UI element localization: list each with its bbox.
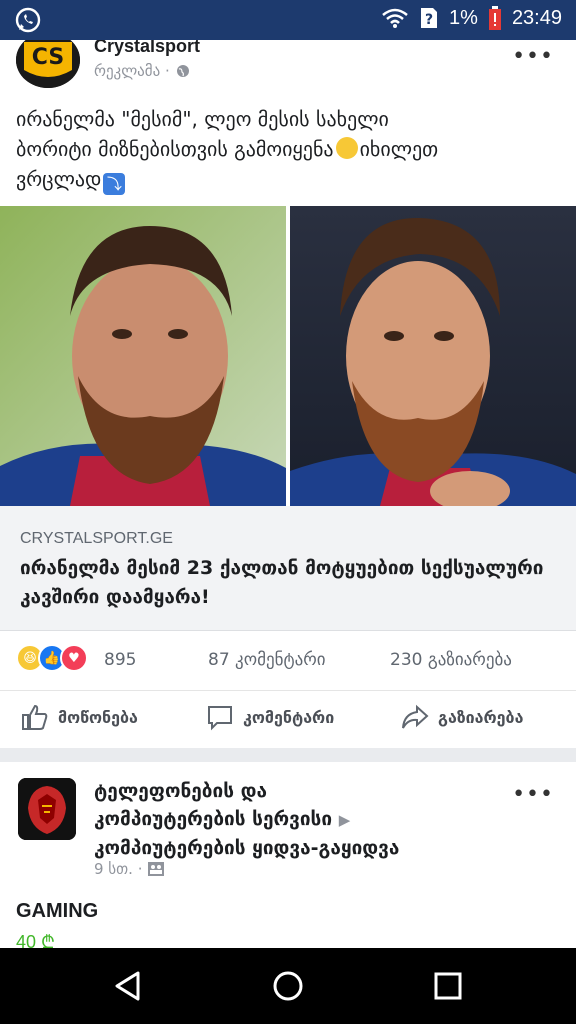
battery-percent: 1%	[449, 6, 478, 29]
post2-time: 9 სთ. ·	[94, 860, 143, 878]
post-caption: ირანელმა "მესიმ", ლეო მესის სახელი ბორიტ…	[16, 104, 564, 195]
post2-avatar[interactable]	[18, 778, 76, 840]
post2-more-options-icon[interactable]: •••	[512, 782, 554, 807]
arrow-down-emoji-icon: ⤵	[103, 173, 126, 195]
post-divider	[0, 748, 576, 762]
comment-icon	[208, 706, 232, 731]
caption-line-3: ვრცლად ⤵	[16, 164, 564, 195]
globe-icon	[176, 65, 189, 77]
post-image[interactable]	[0, 206, 576, 506]
caption-line-2: ბორიტი მიზნებისთვის გამოიყენა იხილეთ	[16, 134, 564, 164]
comment-label: კომენტარი	[243, 707, 335, 727]
thumbs-up-icon	[22, 704, 48, 730]
svg-text:?: ?	[425, 12, 433, 28]
link-title[interactable]: ირანელმა მესიმ 23 ქალთან მოტყუებით სექსუ…	[20, 554, 560, 612]
comments-count[interactable]: 87 კომენტარი	[208, 650, 326, 670]
post2-title-line2: კომპიუტერების სერვისი ▶	[94, 805, 514, 834]
share-button[interactable]: გაზიარება	[400, 702, 523, 732]
clock: 23:49	[511, 6, 562, 29]
page-avatar[interactable]: CS	[16, 40, 80, 88]
link-preview[interactable]: CRYSTALSPORT.GE ირანელმა მესიმ 23 ქალთან…	[0, 506, 576, 631]
status-bar: ? 1% 23:49	[0, 0, 576, 40]
back-icon[interactable]	[110, 968, 146, 1004]
caption-text: ვრცლად	[16, 167, 102, 191]
wifi-icon	[382, 8, 408, 28]
page-name[interactable]: Crystalsport	[94, 40, 200, 57]
post2-title-line3: კომპიუტერების ყიდვა-გაყიდვა	[94, 837, 400, 859]
svg-text:CS: CS	[32, 45, 64, 70]
friends-audience-icon	[148, 862, 165, 876]
grinning-emoji-icon	[335, 137, 358, 159]
share-label: გაზიარება	[438, 707, 524, 727]
like-label: მოწონება	[58, 707, 138, 727]
post2-title[interactable]: ტელეფონების და კომპიუტერების სერვისი ▶ კ…	[94, 777, 514, 862]
caret-right-icon: ▶	[338, 811, 351, 829]
more-options-icon[interactable]: •••	[512, 44, 554, 69]
item-title[interactable]: GAMING	[16, 900, 98, 923]
like-button[interactable]: მოწონება	[20, 702, 138, 732]
caption-text: იხილეთ	[359, 137, 439, 161]
post2-title-text: კომპიუტერების სერვისი	[94, 808, 333, 830]
whatsapp-icon	[14, 6, 42, 38]
post-meta: რეკლამა ·	[94, 62, 190, 80]
caption-text: ბორიტი მიზნებისთვის გამოიყენა	[16, 137, 334, 161]
sim-unknown-icon: ?	[421, 8, 438, 28]
post-actions: მოწონება კომენტარი გაზიარება	[0, 692, 576, 748]
reactions-count[interactable]: 895	[104, 650, 136, 670]
shares-count[interactable]: 230 გაზიარება	[390, 650, 512, 670]
item-price: 40 ₾	[16, 932, 55, 948]
android-nav-bar	[0, 948, 576, 1024]
love-reaction-icon: ♥	[60, 644, 88, 672]
sponsored-label: რეკლამა ·	[94, 62, 170, 80]
share-icon	[402, 704, 429, 729]
battery-low-icon	[488, 6, 501, 30]
comment-button[interactable]: კომენტარი	[205, 702, 334, 732]
home-icon[interactable]	[270, 968, 306, 1004]
post-stats: 😆 👍 ♥ 895 87 კომენტარი 230 გაზიარება	[0, 632, 576, 691]
post2-title-line1: ტელეფონების და	[94, 780, 267, 802]
recents-icon[interactable]	[430, 968, 466, 1004]
post2-meta: 9 სთ. ·	[94, 860, 165, 878]
caption-line-1: ირანელმა "მესიმ", ლეო მესის სახელი	[16, 107, 389, 131]
news-feed[interactable]: CS Crystalsport რეკლამა · ••• ირანელმა "…	[0, 40, 576, 948]
link-domain: CRYSTALSPORT.GE	[20, 530, 173, 547]
reaction-icons[interactable]: 😆 👍 ♥	[16, 644, 88, 672]
post-header: CS Crystalsport რეკლამა · •••	[0, 40, 576, 100]
